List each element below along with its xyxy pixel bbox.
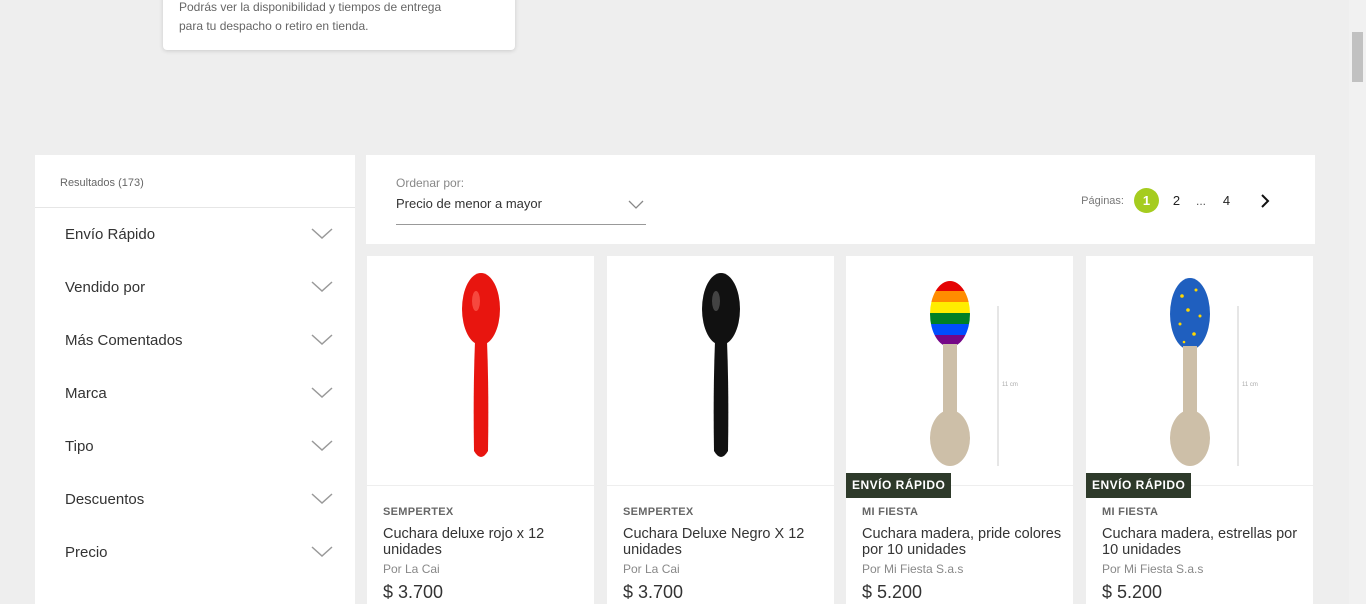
fast-shipping-badge: ENVÍO RÁPIDO (846, 473, 952, 498)
product-seller: Por Mi Fiesta S.a.s (862, 562, 964, 576)
product-image[interactable] (607, 256, 834, 486)
svg-text:11 cm: 11 cm (1002, 382, 1018, 388)
product-info: MI FIESTA Cuchara madera, pride colores … (862, 506, 1062, 603)
product-seller: Por La Cai (623, 562, 680, 576)
chevron-down-icon (311, 387, 333, 399)
product-name[interactable]: Cuchara deluxe rojo x 12 unidades (383, 526, 583, 560)
filter-label: Tipo (65, 438, 94, 455)
pages-label: Páginas: (1081, 194, 1124, 207)
chevron-down-icon (628, 200, 644, 209)
scrollbar-thumb[interactable] (1352, 32, 1363, 82)
page-4-button[interactable]: 4 (1214, 188, 1239, 213)
black-spoon-image (701, 272, 740, 457)
filter-label: Descuentos (65, 491, 145, 508)
product-brand: MI FIESTA (862, 506, 919, 518)
sort-title: Ordenar por: (396, 176, 465, 190)
product-price: $ 5.200 (862, 582, 923, 602)
sort-value: Precio de menor a mayor (396, 196, 542, 211)
pagination: Páginas: 1 2 ... 4 (1081, 188, 1277, 213)
filter-label: Envío Rápido (65, 226, 156, 243)
product-seller: Por La Cai (383, 562, 440, 576)
pages-ellipsis: ... (1195, 193, 1206, 208)
product-card[interactable]: SEMPERTEX Cuchara Deluxe Negro X 12 unid… (607, 256, 834, 604)
product-card[interactable]: SEMPERTEX Cuchara deluxe rojo x 12 unida… (367, 256, 594, 604)
filter-label: Vendido por (65, 279, 146, 296)
results-toolbar: Ordenar por: Precio de menor a mayor Pág… (366, 155, 1315, 244)
chevron-down-icon (311, 228, 333, 240)
product-card[interactable]: 11 cm ENVÍO RÁPIDO MI FIESTA Cuchara mad… (1086, 256, 1313, 604)
filter-label: Precio (65, 544, 108, 561)
filter-vendido-por[interactable]: Vendido por (35, 261, 355, 314)
filter-label: Marca (65, 385, 107, 402)
product-price: $ 3.700 (623, 582, 684, 602)
fast-shipping-badge: ENVÍO RÁPIDO (1086, 473, 1192, 498)
product-seller: Por Mi Fiesta S.a.s (1102, 562, 1204, 576)
product-image[interactable]: 11 cm (1086, 256, 1313, 486)
filter-descuentos[interactable]: Descuentos (35, 473, 355, 526)
filter-tipo[interactable]: Tipo (35, 420, 355, 473)
sort-dropdown[interactable]: Ordenar por: Precio de menor a mayor (396, 176, 646, 225)
chevron-down-icon (311, 281, 333, 293)
tooltip-line-2: para tu despacho o retiro en tienda. (179, 19, 369, 33)
rainbow-spoon-image: 11 cm (929, 280, 1018, 466)
filter-sidebar: Resultados (173) Envío Rápido Vendido po… (35, 155, 355, 604)
next-page-icon[interactable] (1252, 188, 1277, 213)
filter-precio[interactable]: Precio (35, 526, 355, 579)
chevron-down-icon (311, 493, 333, 505)
page-scrollbar[interactable] (1349, 0, 1366, 604)
product-image[interactable]: 11 cm (846, 256, 1073, 486)
chevron-down-icon (311, 440, 333, 452)
product-price: $ 3.700 (383, 582, 444, 602)
product-brand: SEMPERTEX (383, 506, 454, 518)
page-1-button[interactable]: 1 (1133, 188, 1159, 213)
filter-marca[interactable]: Marca (35, 367, 355, 420)
stars-spoon-image: 11 cm (1169, 277, 1258, 466)
product-price: $ 5.200 (1102, 582, 1163, 602)
product-info: SEMPERTEX Cuchara deluxe rojo x 12 unida… (383, 506, 583, 603)
availability-tooltip: Podrás ver la disponibilidad y tiempos d… (163, 0, 515, 50)
filter-label: Más Comentados (65, 332, 183, 349)
filter-mas-comentados[interactable]: Más Comentados (35, 314, 355, 367)
page-2-button[interactable]: 2 (1164, 188, 1189, 213)
tooltip-line-1: Podrás ver la disponibilidad y tiempos d… (179, 0, 442, 14)
product-card[interactable]: 11 cm ENVÍO RÁPIDO MI FIESTA Cuchara mad… (846, 256, 1073, 604)
chevron-down-icon (311, 546, 333, 558)
svg-text:11 cm: 11 cm (1242, 382, 1258, 388)
product-brand: SEMPERTEX (623, 506, 694, 518)
product-info: SEMPERTEX Cuchara Deluxe Negro X 12 unid… (623, 506, 823, 603)
product-name[interactable]: Cuchara Deluxe Negro X 12 unidades (623, 526, 823, 560)
results-count: Resultados (173) (35, 155, 355, 208)
chevron-down-icon (311, 334, 333, 346)
product-brand: MI FIESTA (1102, 506, 1159, 518)
filter-envio-rapido[interactable]: Envío Rápido (35, 208, 355, 261)
product-name[interactable]: Cuchara madera, pride colores por 10 uni… (862, 526, 1062, 560)
red-spoon-image (461, 272, 500, 457)
product-image[interactable] (367, 256, 594, 486)
product-info: MI FIESTA Cuchara madera, estrellas por … (1102, 506, 1302, 603)
product-name[interactable]: Cuchara madera, estrellas por 10 unidade… (1102, 526, 1302, 560)
